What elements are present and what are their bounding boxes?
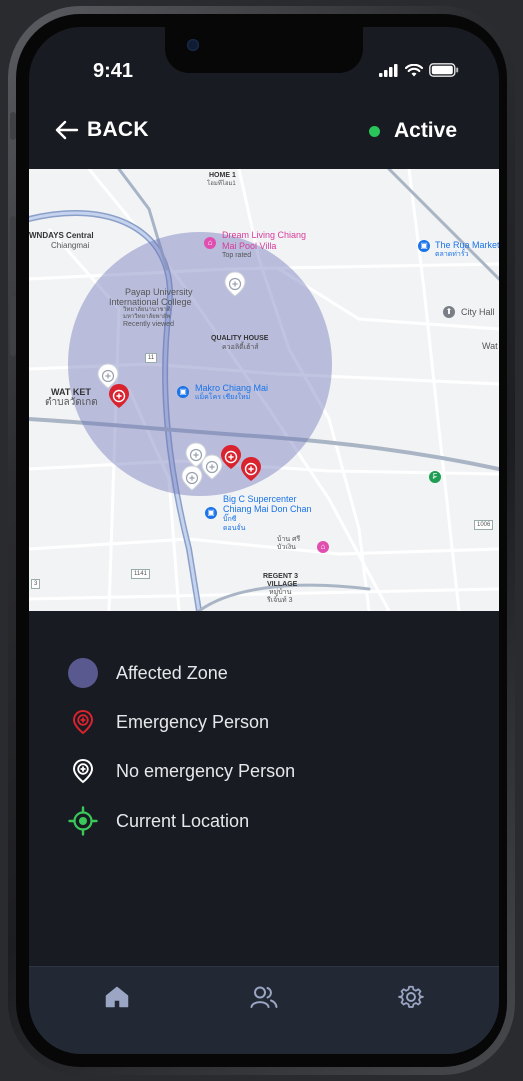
back-label: BACK [87, 118, 149, 141]
status-time: 9:41 [93, 60, 134, 82]
tab-settings[interactable] [397, 983, 425, 1011]
map-label-payap4: มหาวิทยาลัยพายัพ [123, 314, 171, 320]
road-badge-1006: 1006 [474, 520, 494, 530]
tab-people[interactable] [250, 983, 278, 1011]
legend-item-current-location: Current Location [67, 805, 427, 837]
affected-zone-icon [68, 658, 98, 688]
map-label-bigc4: ดอนจั่น [223, 525, 246, 532]
map-label-quality2: ควอลิตี้เฮ้าส์ [222, 344, 259, 351]
map-label-dream: Dream Living Chiang [222, 230, 307, 240]
status-icons [379, 63, 459, 77]
road-badge-3: 3 [31, 579, 41, 589]
hotel-icon[interactable]: ⌂ [204, 237, 216, 249]
status-label: Active [393, 119, 457, 142]
map-label-central2: Chiangmai [51, 241, 90, 250]
hotel-icon[interactable]: ⌂ [317, 541, 329, 553]
legend-label: Emergency Person [116, 711, 270, 732]
tab-home[interactable] [103, 983, 131, 1011]
current-location-icon [68, 806, 98, 836]
map-label-central: WNDAYS Central [29, 231, 94, 240]
map-label-payap: Payap University [125, 287, 193, 297]
no-emergency-pin-icon [72, 758, 94, 784]
map-label-payap3: วิทยาลัยนานาชาติ [123, 307, 171, 313]
signal-icon [379, 63, 398, 77]
map-label-watket2: ตำบลวัดเกต [45, 397, 98, 408]
legend-item-emergency-person: Emergency Person [67, 706, 427, 738]
shopping-icon[interactable]: ▣ [418, 240, 430, 252]
map-label-cityhall: City Hall [461, 307, 495, 317]
map-label-wat: Wat [482, 341, 498, 351]
park-icon[interactable]: ₣ [429, 471, 441, 483]
map-label-home1-th: โฮมทีไฮม1 [207, 181, 236, 187]
home-icon [105, 986, 129, 1008]
map-label-thrua2: ตลาดท่ารั้ว [435, 251, 469, 258]
legend-label: Affected Zone [116, 662, 228, 683]
camera-icon [187, 39, 199, 51]
gear-icon [398, 985, 424, 1008]
legend-item-no-emergency-person: No emergency Person [67, 755, 427, 787]
road-badge-1141: 1141 [131, 569, 150, 579]
store-icon[interactable]: ▣ [177, 386, 189, 398]
legend-label: No emergency Person [116, 760, 296, 781]
map-label-makro: Makro Chiang Mai [195, 383, 269, 393]
city-hall-icon[interactable]: ⬆ [443, 306, 455, 318]
emergency-pin-icon [72, 709, 94, 735]
app-header: BACK Active [29, 115, 499, 151]
map-label-dream2: Mai Pool Villa [222, 241, 277, 251]
arrow-left-icon [55, 120, 79, 140]
bottom-tab-bar [29, 966, 499, 1054]
notch [165, 27, 363, 73]
map-label-payap2: International College [109, 297, 192, 307]
app-screen: 9:41 BACK Active HOME 1 โฮมทีไฮม1 WNDAYS… [29, 27, 499, 1054]
map-label-bigc: Big C Supercenter [223, 494, 297, 504]
map-label-dream3: Top rated [222, 252, 252, 259]
status-indicator: Active [368, 119, 457, 143]
road-badge-11: 11 [145, 353, 158, 363]
back-button[interactable]: BACK [55, 118, 149, 142]
supermarket-icon[interactable]: ▣ [205, 507, 217, 519]
legend-item-affected-zone: Affected Zone [67, 657, 427, 689]
map-label-payap5: Recently viewed [123, 321, 174, 328]
map-label-bansri2: บัวเงิน [277, 544, 296, 551]
people-icon [250, 986, 278, 1008]
wifi-icon [405, 63, 423, 76]
map-label-watket: WAT KET [51, 387, 91, 397]
battery-icon [429, 63, 459, 77]
map-label-regent4: รีเจ้นท์ 3 [267, 597, 293, 604]
legend-label: Current Location [116, 810, 250, 831]
map-label-makro2: แม็คโคร เชียงใหม่ [195, 394, 251, 401]
map-label-thrua: The Rua Market [435, 240, 499, 250]
map-label-bigc2: Chiang Mai Don Chan [223, 504, 312, 514]
map-view[interactable]: HOME 1 โฮมทีไฮม1 WNDAYS Central Chiangma… [29, 169, 499, 611]
active-dot-icon [368, 125, 380, 137]
